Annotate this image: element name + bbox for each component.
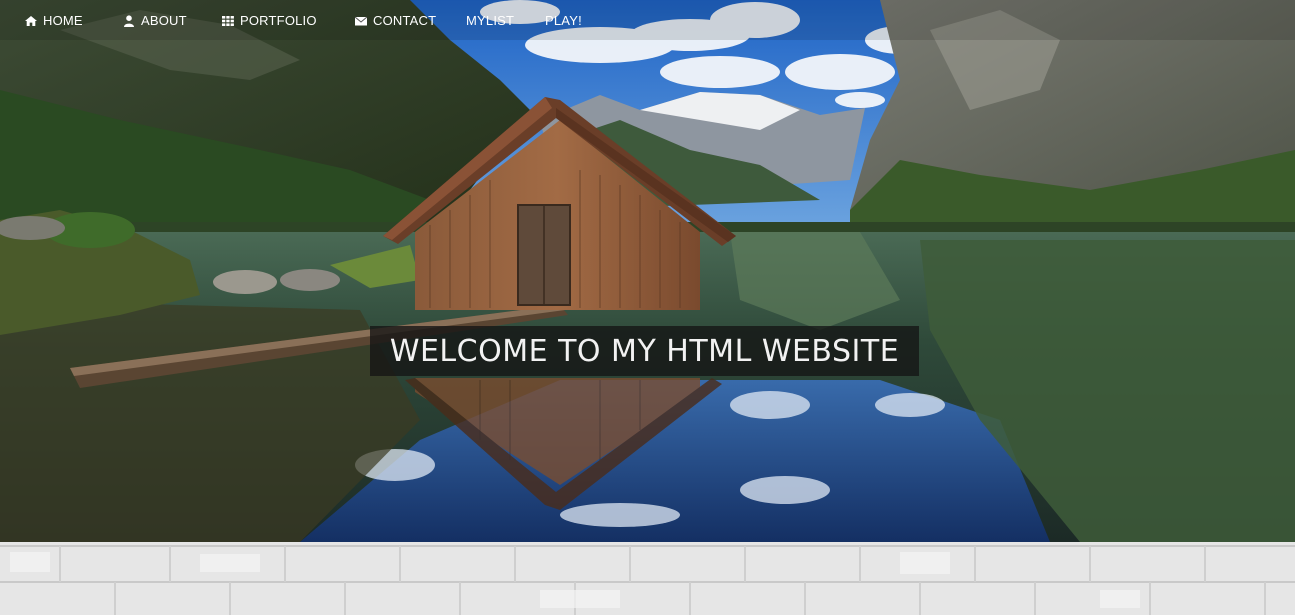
nav-play-link[interactable]: PLAY! — [545, 13, 582, 28]
brick-wall-background — [0, 542, 1295, 615]
nav-about-link[interactable]: ABOUT — [123, 13, 187, 28]
hero-background-image — [0, 0, 1295, 542]
nav-home-label: HOME — [43, 13, 83, 28]
hero-section: HOME ABOUT PORTFOLIO CONTACT MYLIST PLAY… — [0, 0, 1295, 542]
nav-portfolio-label: PORTFOLIO — [240, 13, 317, 28]
grid-icon — [222, 15, 235, 27]
nav-about-label: ABOUT — [141, 13, 187, 28]
nav-contact-link[interactable]: CONTACT — [355, 13, 436, 28]
nav-mylist-label: MYLIST — [466, 13, 515, 28]
nav-mylist-link[interactable]: MYLIST — [466, 13, 514, 28]
nav-contact-label: CONTACT — [373, 13, 437, 28]
envelope-icon — [355, 15, 368, 27]
welcome-title: WELCOME TO MY HTML WEBSITE — [370, 326, 919, 376]
user-icon — [123, 14, 136, 27]
nav-portfolio-link[interactable]: PORTFOLIO — [222, 13, 317, 28]
nav-play-label: PLAY! — [545, 13, 582, 28]
home-icon — [25, 15, 38, 27]
nav-home-link[interactable]: HOME — [25, 13, 83, 28]
